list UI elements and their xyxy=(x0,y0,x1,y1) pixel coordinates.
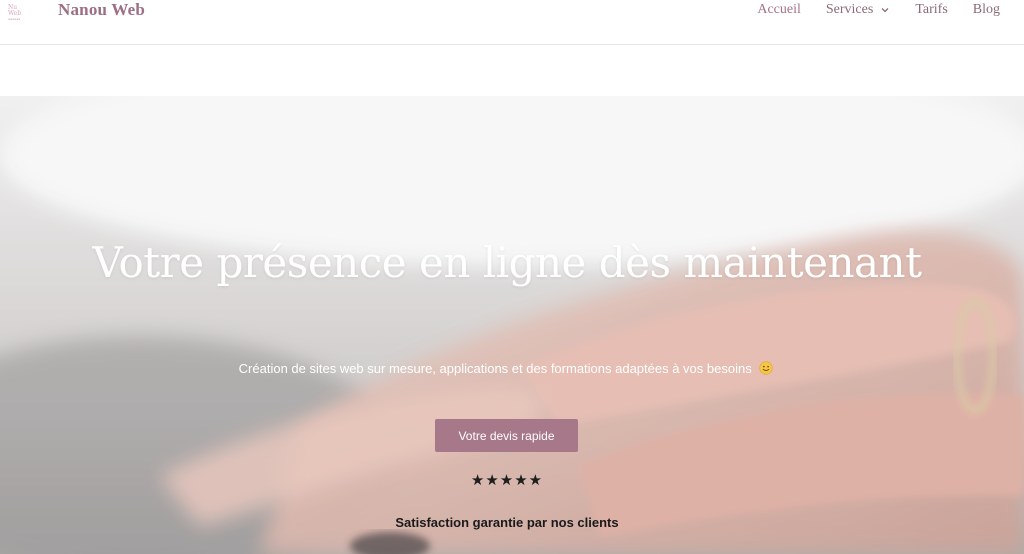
logo[interactable]: Nu Web ▪▪▪▪▪▪ xyxy=(8,4,30,22)
nav-item-label: Tarifs xyxy=(915,2,948,17)
hero-subtitle: Création de sites web sur mesure, applic… xyxy=(238,361,752,376)
nav-item-tarifs[interactable]: Tarifs xyxy=(915,2,947,18)
nav-item-blog[interactable]: Blog xyxy=(973,2,1000,18)
quote-request-button[interactable]: Votre devis rapide xyxy=(435,419,578,452)
hero-title: Votre présence en ligne dès maintenant xyxy=(92,238,922,287)
nav-item-label: Accueil xyxy=(757,2,801,17)
nav-item-label: Blog xyxy=(972,2,1000,17)
quote-request-label: Votre devis rapide xyxy=(458,428,555,443)
site-header: Nu Web ▪▪▪▪▪▪ Nanou Web Accueil Services… xyxy=(0,0,1024,45)
chevron-down-icon xyxy=(881,8,889,13)
nav-item-label: Services xyxy=(825,2,874,17)
nav-item-services[interactable]: Services xyxy=(826,2,890,18)
hero-subtitle-line: Création de sites web sur mesure, applic… xyxy=(0,361,1012,376)
site-title[interactable]: Nanou Web xyxy=(58,0,145,20)
smiley-icon xyxy=(759,361,773,375)
nav-item-accueil[interactable]: Accueil xyxy=(757,2,801,18)
rating-stars: ★★★★★ xyxy=(470,472,544,489)
hero-section: Votre présence en ligne dès maintenant C… xyxy=(0,96,1024,554)
logo-text: Nu Web xyxy=(8,4,22,17)
satisfaction-text: Satisfaction garantie par nos clients xyxy=(395,515,619,530)
main-nav: Accueil Services Tarifs Blog xyxy=(732,2,1000,18)
